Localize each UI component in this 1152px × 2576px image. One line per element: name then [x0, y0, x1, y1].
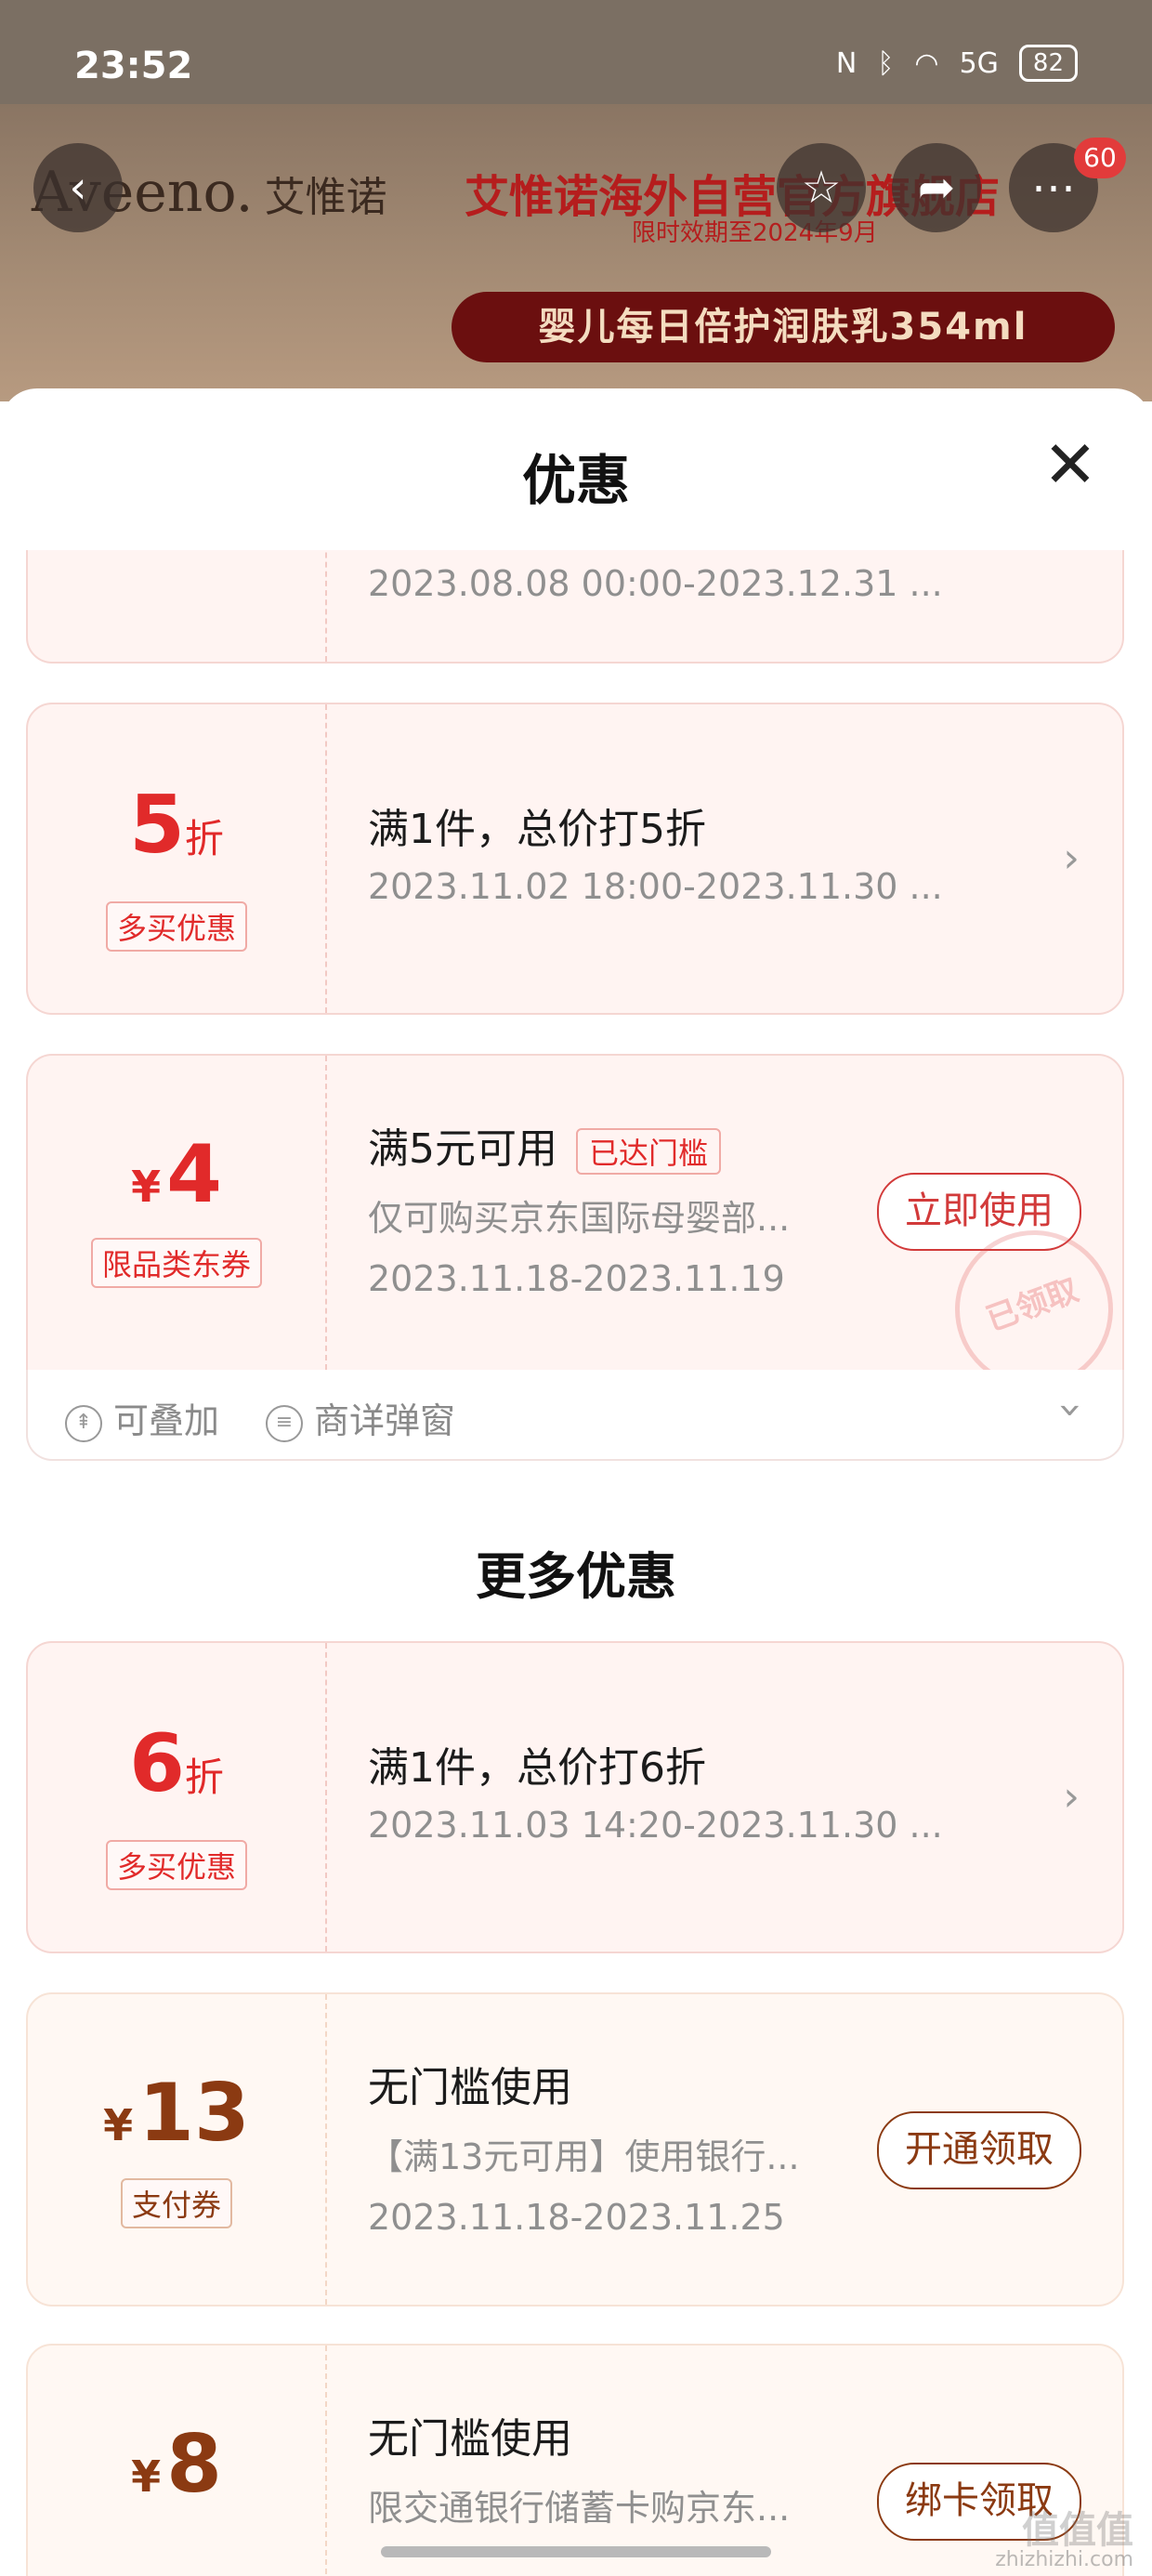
coupon-scope: 仅可购买京东国际母婴部... [368, 1198, 791, 1239]
wifi-icon: ◠ [914, 46, 939, 80]
more-offers-title: 更多优惠 [476, 1547, 676, 1606]
nfc-icon: N [835, 46, 857, 80]
bluetooth-icon: ᛒ [877, 46, 895, 80]
product-banner: Aveeno. 艾惟诺 艾惟诺海外自营官方旗舰店 限时效期至2024年9月 婴儿每… [0, 104, 1152, 401]
chevron-right-icon[interactable]: › [1063, 1773, 1080, 1820]
coupon-validity: 2023.11.03 14:20-2023.11.30 ... [368, 1805, 943, 1846]
coupon-value: 5折 [129, 779, 224, 872]
coupon-value: 6折 [129, 1717, 224, 1810]
coupon-card[interactable]: ¥8 无门槛使用 限交通银行储蓄卡购京东... 绑卡领取 [26, 2344, 1124, 2576]
coupon-card[interactable]: ¥4 限品类东券 满5元可用 已达门槛 仅可购买京东国际母婴部... 2023.1… [26, 1054, 1135, 1411]
coupon-validity: 2023.11.18-2023.11.25 [368, 2197, 785, 2238]
popup-icon: ≡ [266, 1404, 303, 1442]
status-time: 23:52 [74, 45, 193, 87]
coupon-title: 无门槛使用 [368, 2415, 572, 2463]
coupon-title: 满5元可用 已达门槛 [368, 1115, 722, 1175]
coupon-list[interactable]: 2023.08.08 00:00-2023.12.31 ... 5折 多买优惠 … [0, 550, 1152, 2576]
stackable-label: ⇞ 可叠加 [65, 1392, 219, 1443]
coupon-validity: 2023.08.08 00:00-2023.12.31 ... [368, 563, 943, 604]
star-icon: ☆ [801, 162, 842, 214]
coupon-sheet: 优惠 ✕ 2023.08.08 00:00-2023.12.31 ... 5折 … [0, 388, 1152, 2576]
chevron-right-icon[interactable]: › [1063, 835, 1080, 882]
favorite-button[interactable]: ☆ [777, 143, 866, 232]
status-icons: N ᛒ ◠ 5G 82 [836, 45, 1078, 82]
signal-5g-label: 5G [959, 46, 999, 80]
share-icon: ➦ [917, 162, 956, 214]
coupon-type-tag: 多买优惠 [105, 1840, 248, 1890]
home-indicator[interactable] [381, 2546, 771, 2557]
close-button[interactable]: ✕ [1041, 432, 1100, 497]
status-bar: 23:52 N ᛒ ◠ 5G 82 [0, 0, 1152, 104]
coupon-validity: 2023.11.18-2023.11.19 [368, 1258, 785, 1299]
watermark-site: zhizhizhi.com [995, 2548, 1133, 2571]
coupon-value: ¥8 [131, 2418, 222, 2511]
watermark-logo: 值值值 [1022, 2509, 1133, 2552]
product-pill: 婴儿每日倍护润肤乳354ml [452, 292, 1115, 362]
share-button[interactable]: ➦ [892, 143, 981, 232]
coupon-type-tag: 多买优惠 [105, 901, 248, 952]
coupon-value: ¥13 [103, 2067, 250, 2160]
notification-badge: 60 [1074, 138, 1126, 178]
coupon-card-footer: ⇞ 可叠加 ≡ 商详弹窗 › [26, 1370, 1124, 1461]
more-dots-icon: ⋯ [1031, 162, 1076, 214]
coupon-card[interactable]: ¥13 支付券 无门槛使用 【满13元可用】使用银行... 2023.11.18… [26, 1992, 1124, 2307]
sheet-title: 优惠 [521, 449, 630, 512]
activate-claim-button[interactable]: 开通领取 [877, 2111, 1081, 2189]
coupon-card[interactable]: 5折 多买优惠 满1件，总价打5折 2023.11.02 18:00-2023.… [26, 703, 1124, 1015]
coupon-card[interactable]: 2023.08.08 00:00-2023.12.31 ... [26, 550, 1124, 664]
coupon-title: 满1件，总价打6折 [368, 1744, 706, 1792]
coupon-type-tag: 限品类东券 [90, 1238, 263, 1288]
threshold-reached-badge: 已达门槛 [576, 1128, 722, 1175]
close-icon: ✕ [1042, 427, 1098, 503]
chevron-down-icon[interactable]: › [1048, 1402, 1095, 1419]
coupon-title: 满1件，总价打5折 [368, 806, 706, 853]
coupon-scope: 限交通银行储蓄卡购京东... [368, 2488, 791, 2529]
battery-indicator: 82 [1018, 45, 1078, 82]
popup-label: ≡ 商详弹窗 [266, 1392, 455, 1443]
back-arrow-icon: ‹ [69, 162, 87, 214]
back-button[interactable]: ‹ [33, 143, 123, 232]
coupon-validity: 2023.11.02 18:00-2023.11.30 ... [368, 866, 943, 907]
coupon-title: 无门槛使用 [368, 2064, 572, 2111]
coupon-scope: 【满13元可用】使用银行... [368, 2136, 800, 2177]
coupon-card[interactable]: 6折 多买优惠 满1件，总价打6折 2023.11.03 14:20-2023.… [26, 1641, 1124, 1953]
coupon-value: ¥4 [131, 1128, 222, 1221]
coupon-type-tag: 支付券 [120, 2178, 233, 2228]
stack-icon: ⇞ [65, 1404, 102, 1442]
